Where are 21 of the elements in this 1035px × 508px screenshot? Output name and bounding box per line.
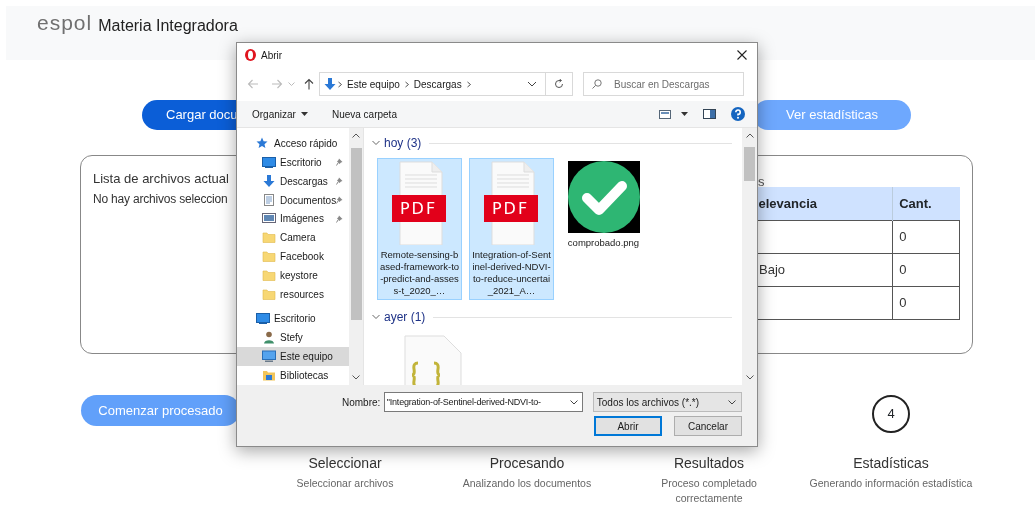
step-description: Proceso completado correctamente [660,476,758,506]
step-description: Analizando los documentos [461,476,593,491]
table-title: s [758,174,765,189]
dialog-title: Abrir [261,48,283,63]
step-title: Seleccionar [308,454,382,472]
empty-message: No hay archivos seleccion [93,191,229,208]
step-description: Seleccionar archivos [295,476,395,491]
logo: espol [37,11,93,35]
step-description: Generando información estadística [809,476,973,491]
step-title: Procesando [489,454,565,472]
app-title: Materia Integradora [98,16,238,36]
pdf-label: PDF [490,197,531,220]
table-cell: 0 [892,253,960,286]
step-title: Estadísticas [853,454,929,472]
step-title: Resultados [673,454,744,472]
pdf-label: PDF [398,197,439,220]
field-label: Nombre: [342,395,382,410]
column-header: Cant. [892,187,960,220]
table-cell: 0 [892,286,960,319]
table-cell: 0 [892,220,960,253]
card-title: Lista de archivos actual [93,170,229,188]
